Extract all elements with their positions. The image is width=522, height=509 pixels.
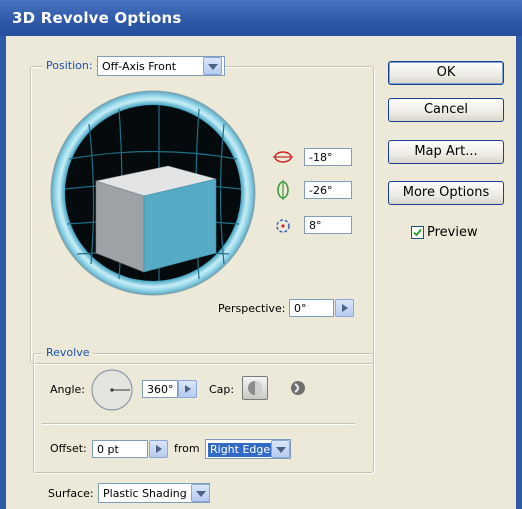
perspective-label: Perspective: xyxy=(218,302,286,315)
x-axis-rotation-icon xyxy=(273,151,293,163)
x-rotation-input[interactable]: -18° xyxy=(304,148,352,166)
preview-checkbox[interactable] xyxy=(411,226,424,239)
window-title: 3D Revolve Options xyxy=(12,9,182,27)
surface-dropdown-button[interactable] xyxy=(191,484,210,502)
offset-value: 0 pt xyxy=(97,443,119,456)
angle-label: Angle: xyxy=(50,383,86,396)
revolve-group xyxy=(33,353,374,473)
more-options-button[interactable]: More Options xyxy=(388,181,504,205)
offset-label: Offset: xyxy=(50,442,87,455)
cap-on-button[interactable] xyxy=(242,376,268,400)
from-label: from xyxy=(174,442,200,455)
rotation-track-cube[interactable] xyxy=(49,89,257,297)
offset-slider-button[interactable] xyxy=(149,440,168,458)
perspective-input[interactable]: 0° xyxy=(289,299,334,317)
revolve-legend: Revolve xyxy=(43,346,93,359)
cancel-button[interactable]: Cancel xyxy=(388,98,504,122)
offset-input[interactable]: 0 pt xyxy=(92,440,148,458)
perspective-slider-button[interactable] xyxy=(335,299,354,317)
perspective-value: 0° xyxy=(294,302,307,315)
angle-dial[interactable] xyxy=(90,368,134,412)
title-bar[interactable]: 3D Revolve Options xyxy=(0,0,522,36)
surface-value: Plastic Shading xyxy=(103,487,187,500)
map-art-button[interactable]: Map Art... xyxy=(388,140,504,164)
angle-input[interactable]: 360° xyxy=(142,380,178,398)
hollow-cap-icon[interactable] xyxy=(288,379,308,397)
from-edge-value: Right Edge xyxy=(208,443,273,457)
position-preset-value: Off-Axis Front xyxy=(102,60,177,73)
dialog-body: Position: Off-Axis Front -18° -26° 8° Pe… xyxy=(6,36,516,509)
surface-label: Surface: xyxy=(48,487,94,500)
checkmark-icon xyxy=(413,228,422,237)
x-rotation-value: -18° xyxy=(309,151,333,164)
cap-label: Cap: xyxy=(209,383,235,396)
solid-cap-icon xyxy=(248,381,262,395)
y-axis-rotation-icon xyxy=(277,180,289,200)
revolve-divider xyxy=(42,423,355,425)
preview-label[interactable]: Preview xyxy=(427,225,478,240)
z-rotation-input[interactable]: 8° xyxy=(304,216,352,234)
angle-value: 360° xyxy=(147,383,174,396)
window-frame-right xyxy=(516,36,522,509)
y-rotation-value: -26° xyxy=(309,184,333,197)
y-rotation-input[interactable]: -26° xyxy=(304,181,352,199)
position-preset-dropdown-button[interactable] xyxy=(203,57,222,75)
z-axis-rotation-icon xyxy=(276,219,290,233)
position-legend: Position: xyxy=(43,59,96,72)
z-rotation-value: 8° xyxy=(309,219,322,232)
angle-slider-button[interactable] xyxy=(178,380,197,398)
ok-button[interactable]: OK xyxy=(388,61,504,85)
from-edge-dropdown-button[interactable] xyxy=(271,440,290,458)
